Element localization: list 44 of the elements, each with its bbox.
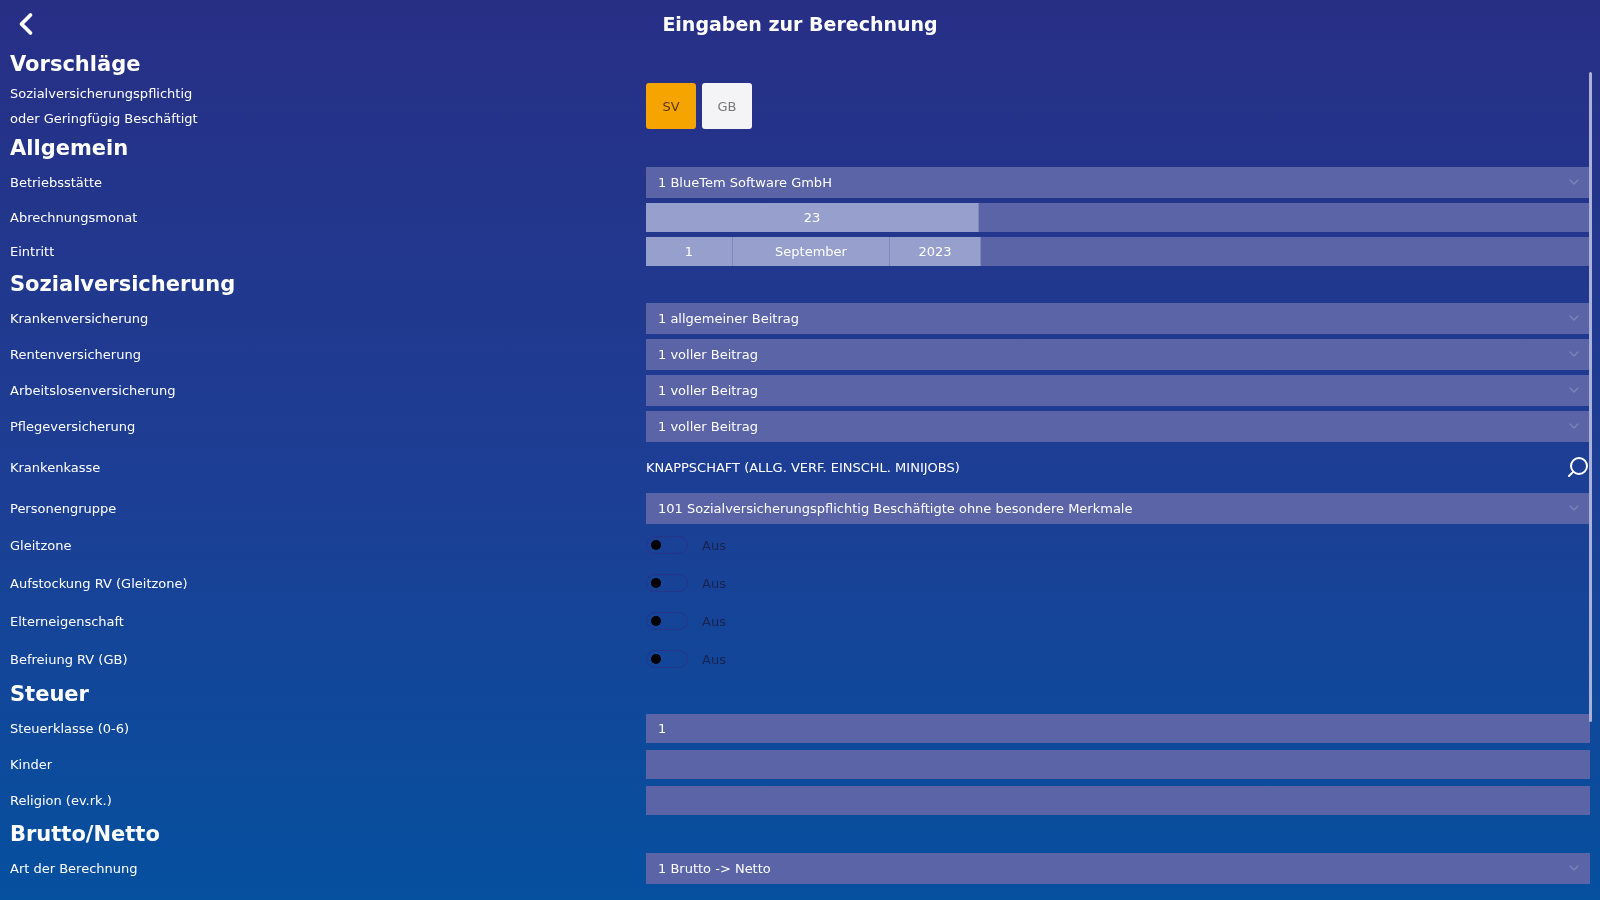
- toggle-state: Aus: [702, 651, 726, 667]
- dropdown[interactable]: 1 voller Beitrag: [646, 410, 1590, 442]
- field-label: Krankenversicherung: [10, 310, 150, 326]
- choice-button[interactable]: GB: [702, 83, 752, 129]
- field-label: Krankenkasse: [10, 459, 102, 475]
- section-subtitle: oder Geringfügig Beschäftigt: [10, 110, 199, 128]
- section-heading: Allgemein: [10, 135, 130, 162]
- search-icon[interactable]: [1566, 455, 1590, 479]
- dropdown[interactable]: 1 voller Beitrag: [646, 374, 1590, 406]
- section-subtitle: Sozialversicherungspflichtig: [10, 85, 194, 103]
- field-label: Pflegeversicherung: [10, 418, 137, 434]
- field-label: Kinder: [10, 756, 53, 772]
- choice-button[interactable]: SV: [646, 83, 696, 129]
- section-heading: Vorschläge: [10, 51, 142, 78]
- dropdown[interactable]: 1 voller Beitrag: [646, 338, 1590, 370]
- toggle-state: Aus: [702, 575, 726, 591]
- scrollbar[interactable]: [1589, 72, 1592, 722]
- section-heading: Brutto/Netto: [10, 821, 161, 848]
- field-label: Personengruppe: [10, 500, 118, 516]
- section-heading: Sozialversicherung: [10, 271, 237, 298]
- field-label: Eintritt: [10, 243, 56, 259]
- field-label: Religion (ev.rk.): [10, 792, 113, 808]
- field-label: Arbeitslosenversicherung: [10, 382, 177, 398]
- toggle-state: Aus: [702, 537, 726, 553]
- section-heading: Steuer: [10, 681, 90, 708]
- dropdown[interactable]: 1 allgemeiner Beitrag: [646, 302, 1590, 334]
- field-label: Betriebsstätte: [10, 174, 104, 190]
- field-label: Art der Berechnung: [10, 860, 139, 876]
- field-label: Steuerklasse (0-6): [10, 720, 131, 736]
- field-label: Befreiung RV (GB): [10, 651, 129, 667]
- field-label: Rentenversicherung: [10, 346, 142, 362]
- field-label: Elterneigenschaft: [10, 613, 125, 629]
- field-value: KNAPPSCHAFT (ALLG. VERF. EINSCHL. MINIJOBS): [646, 459, 960, 475]
- field-label: Gleitzone: [10, 537, 73, 553]
- dropdown[interactable]: 1 BlueTem Software GmbH: [646, 166, 1590, 198]
- dropdown[interactable]: 101 Sozialversicherungspflichtig Beschäftigte ohne besondere Merkmale: [646, 492, 1590, 524]
- page-title: Eingaben zur Berechnung: [662, 13, 938, 35]
- toggle-state: Aus: [702, 613, 726, 629]
- field-label: Aufstockung RV (Gleitzone): [10, 575, 189, 591]
- dropdown[interactable]: 1 Brutto -> Netto: [646, 852, 1590, 884]
- input-field[interactable]: [646, 749, 1590, 779]
- input-field[interactable]: 1: [646, 713, 1590, 743]
- input-field[interactable]: [646, 785, 1590, 815]
- field-label: Abrechnungsmonat: [10, 209, 139, 225]
